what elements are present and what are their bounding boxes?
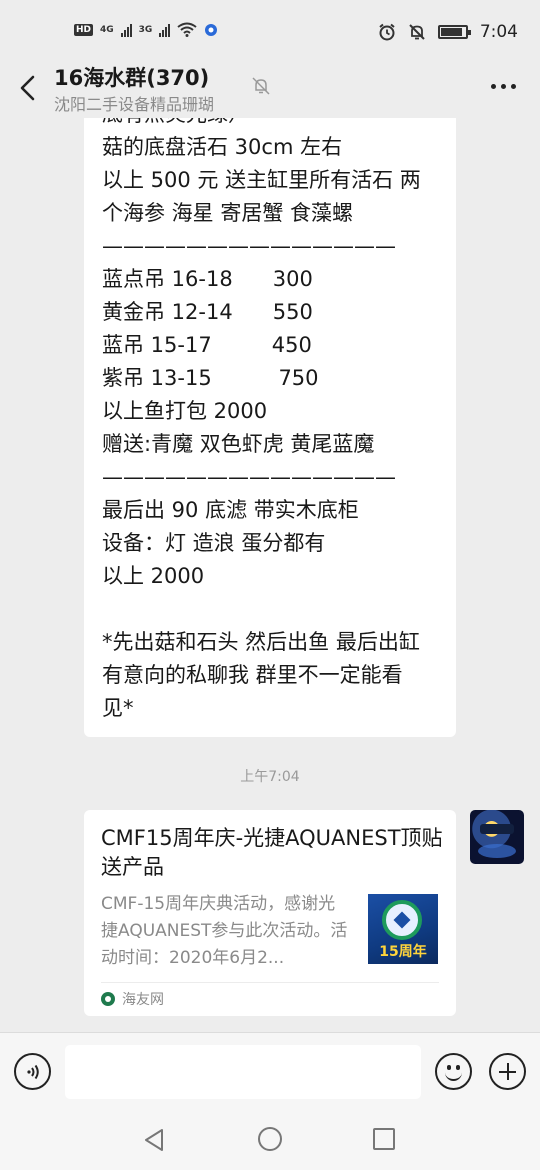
message-text-line: 紫吊 13-15 750: [102, 366, 319, 390]
card-divider: [101, 982, 439, 983]
message-text-line: 以上 2000: [102, 564, 205, 588]
message-text-line: 底有点炎光绿）: [102, 118, 438, 131]
message-text-line: 蓝吊 15-17 450: [102, 333, 312, 357]
text-message-bubble[interactable]: 底有点炎光绿） 菇的底盘活石 30cm 左右以上 500 元 送主缸里所有活石 两…: [84, 118, 456, 737]
more-actions-plus-button[interactable]: [489, 1053, 526, 1090]
group-title: 16海水群(370): [54, 66, 210, 90]
system-back-icon[interactable]: [143, 1128, 165, 1152]
app-notification-icon: [205, 23, 218, 36]
mute-icon: [252, 77, 270, 95]
message-text-line: 最后出 90 底滤 带实木底柜: [102, 498, 359, 522]
wifi-icon: [177, 22, 197, 37]
signal-icon-1: [120, 23, 132, 37]
message-text-line: 蓝点吊 16-18 300: [102, 267, 313, 291]
hd-badge: HD: [74, 23, 94, 36]
emoji-eye-right: [456, 1065, 460, 1070]
alarm-icon: [379, 23, 395, 41]
status-bar: HD 4G 3G 7:04: [0, 0, 540, 60]
thumbnail-caption: 15周年: [379, 944, 427, 960]
link-card-description: CMF-15周年庆典活动，感谢光捷AQUANEST参与此次活动。活动时间：202…: [101, 894, 348, 968]
battery-icon: [437, 25, 471, 39]
message-text-line: [102, 593, 438, 626]
message-text-line: 赠送:青魔 双色虾虎 黄尾蓝魔: [102, 432, 375, 456]
signal-icon-2: [159, 23, 171, 37]
message-text-line: 黄金吊 12-14 550: [102, 300, 313, 324]
back-arrow-icon[interactable]: [18, 74, 38, 102]
bubble-bottom-padding: [102, 725, 438, 737]
message-text-line: 个海参 海星 寄居蟹 食藻螺: [102, 201, 354, 225]
system-nav-bar: [0, 1110, 540, 1170]
clock: 7:04: [479, 22, 518, 42]
message-text-input[interactable]: [65, 1045, 421, 1099]
message-text-line: 以上 500 元 送主缸里所有活石 两: [102, 168, 421, 192]
group-subtitle: 沈阳二手设备精品珊瑚: [54, 95, 215, 114]
emoji-mouth: [445, 1072, 462, 1081]
chat-message-list[interactable]: 底有点炎光绿） 菇的底盘活石 30cm 左右以上 500 元 送主缸里所有活石 两…: [0, 118, 540, 1032]
system-home-icon[interactable]: [258, 1127, 282, 1151]
sender-avatar[interactable]: [470, 810, 524, 864]
voice-icon: [26, 1064, 39, 1079]
message-text-line: ——————————————: [102, 234, 396, 258]
message-text-line: ——————————————: [102, 465, 396, 489]
message-text-line: 以上鱼打包 2000: [102, 399, 268, 423]
voice-input-button[interactable]: [14, 1053, 51, 1090]
status-right: 7:04: [378, 22, 518, 42]
link-card-source: 海友网: [122, 992, 164, 1008]
link-card-thumbnail: 15周年: [368, 894, 438, 964]
emoji-button[interactable]: [435, 1053, 472, 1090]
message-input-bar: [0, 1032, 540, 1110]
message-text-line: 有意向的私聊我 群里不一定能看: [102, 663, 403, 687]
emoji-eye-left: [447, 1065, 451, 1070]
avatar-sunglasses: [480, 824, 514, 834]
message-text-line: 见*: [102, 696, 134, 720]
more-options-icon[interactable]: [491, 84, 516, 89]
status-left: HD 4G 3G: [74, 22, 218, 37]
system-recents-icon[interactable]: [373, 1128, 395, 1150]
anniversary-logo-icon: [382, 900, 422, 940]
message-text-line: *先出菇和石头 然后出鱼 最后出缸: [102, 630, 420, 654]
link-card-title: CMF15周年庆-光捷AQUANEST顶贴送产品: [101, 826, 443, 879]
source-logo-icon: [101, 992, 115, 1006]
do-not-disturb-icon: [409, 24, 425, 40]
avatar-glow: [478, 844, 516, 858]
message-timestamp: 上午7:04: [240, 769, 300, 785]
sim1-network: 4G: [100, 24, 114, 35]
sim2-network: 3G: [138, 24, 153, 35]
chat-header: 16海水群(370) 沈阳二手设备精品珊瑚: [0, 60, 540, 118]
link-card-message[interactable]: CMF15周年庆-光捷AQUANEST顶贴送产品 CMF-15周年庆典活动，感谢…: [84, 810, 456, 1016]
message-text-line: 设备：灯 造浪 蛋分都有: [102, 531, 326, 555]
message-text-line: 菇的底盘活石 30cm 左右: [102, 135, 343, 159]
